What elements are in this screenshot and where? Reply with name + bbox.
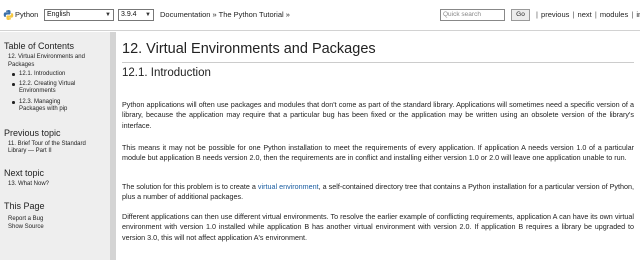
title-divider: [122, 62, 634, 63]
nav-separator: |: [594, 10, 597, 19]
toc-item-line1: 12.3. Managing: [19, 98, 61, 105]
this-page-heading: This Page: [4, 201, 45, 211]
version-select-value: 3.9.4: [121, 11, 137, 18]
brand-label[interactable]: Python: [15, 10, 38, 19]
nav-modules-link[interactable]: modules: [600, 10, 628, 19]
main-content: 12. Virtual Environments and Packages 12…: [118, 32, 640, 260]
top-navigation-bar: Python English ▼ 3.9.4 ▼ Documentation »…: [0, 0, 640, 31]
sidebar-collapse-handle[interactable]: [110, 32, 116, 260]
version-select[interactable]: 3.9.4 ▼: [118, 9, 154, 21]
section-heading: 12.1. Introduction: [122, 67, 211, 79]
go-button[interactable]: Go: [511, 9, 530, 21]
nav-index-link[interactable]: index: [636, 10, 640, 19]
next-topic-link[interactable]: 13. What Now?: [8, 181, 49, 189]
paragraph-2: This means it may not be possible for on…: [122, 143, 634, 163]
bullet-icon: [12, 101, 15, 104]
paragraph-1: Python applications will often use packa…: [122, 100, 634, 130]
toc-item-introduction[interactable]: 12.1. Introduction: [19, 71, 65, 79]
python-logo-icon[interactable]: [3, 9, 14, 21]
previous-topic-line2: Library — Part II: [8, 148, 52, 154]
show-source-link[interactable]: Show Source: [8, 224, 44, 232]
next-topic-heading: Next topic: [4, 168, 45, 178]
previous-topic-line1: 11. Brief Tour of the Standard: [8, 140, 86, 147]
toc-item-line1: 12.1. Introduction: [19, 70, 66, 77]
report-bug-link[interactable]: Report a Bug: [8, 216, 43, 224]
toc-heading: Table of Contents: [4, 41, 75, 51]
bullet-icon: [12, 83, 15, 86]
toc-item-line2: Environments: [19, 88, 56, 94]
toc-item-main-line2: Packages: [8, 61, 35, 68]
language-select[interactable]: English ▼: [44, 9, 114, 21]
virtual-environment-link[interactable]: virtual environment: [258, 182, 319, 191]
previous-topic-heading: Previous topic: [4, 128, 61, 138]
previous-topic-link[interactable]: 11. Brief Tour of the Standard Library —…: [8, 141, 86, 156]
breadcrumb[interactable]: Documentation » The Python Tutorial »: [160, 10, 290, 19]
related-nav-links: | previous | next | modules | index: [535, 10, 640, 19]
paragraph-3-text-start: The solution for this problem is to crea…: [122, 182, 258, 191]
toc-item-creating-virtual-environments[interactable]: 12.2. Creating Virtual Environments: [19, 81, 75, 96]
chevron-down-icon: ▼: [105, 12, 111, 18]
toc-item-managing-packages[interactable]: 12.3. Managing Packages with pip: [19, 99, 67, 114]
paragraph-4: Different applications can then use diff…: [122, 212, 634, 242]
page-title: 12. Virtual Environments and Packages: [122, 41, 376, 57]
search-input[interactable]: Quick search: [440, 9, 505, 21]
bullet-icon: [12, 73, 15, 76]
nav-separator: |: [536, 10, 538, 19]
toc-item-main[interactable]: 12. Virtual Environments and Packages: [8, 54, 85, 69]
sidebar: Table of Contents 12. Virtual Environmen…: [0, 32, 110, 260]
chevron-down-icon: ▼: [145, 12, 151, 18]
toc-item-main-line1: 12. Virtual Environments and: [8, 54, 85, 60]
search-placeholder: Quick search: [443, 11, 481, 18]
toc-item-line1: 12.2. Creating Virtual: [19, 80, 76, 87]
paragraph-3: The solution for this problem is to crea…: [122, 182, 634, 203]
language-select-value: English: [47, 11, 70, 18]
nav-separator: |: [572, 10, 575, 19]
nav-next-link[interactable]: next: [578, 10, 592, 19]
toc-item-line2: Packages with pip: [19, 106, 68, 112]
nav-separator: |: [631, 10, 634, 19]
nav-previous-link[interactable]: previous: [541, 10, 569, 19]
